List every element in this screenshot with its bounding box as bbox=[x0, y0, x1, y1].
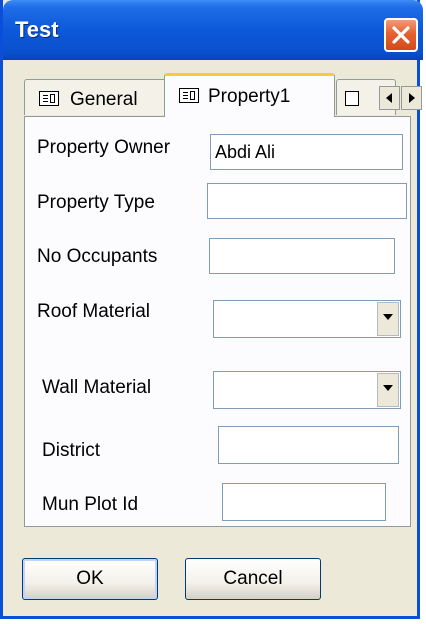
district-label: District bbox=[42, 440, 101, 461]
tab-general-label: General bbox=[70, 89, 138, 110]
cancel-button[interactable]: Cancel bbox=[185, 558, 321, 600]
property-type-label: Property Type bbox=[37, 192, 155, 213]
district-input[interactable] bbox=[218, 426, 399, 464]
form-icon bbox=[345, 91, 359, 106]
no-occupants-label: No Occupants bbox=[37, 246, 158, 267]
roof-material-dropdown[interactable] bbox=[213, 300, 401, 338]
tab-scroll-arrows bbox=[379, 86, 423, 110]
chevron-down-icon bbox=[383, 385, 393, 391]
window-title: Test bbox=[15, 17, 59, 42]
chevron-down-icon bbox=[383, 314, 393, 320]
property-type-input[interactable] bbox=[207, 183, 407, 219]
property-owner-input[interactable] bbox=[210, 134, 403, 170]
property-owner-label: Property Owner bbox=[37, 137, 171, 158]
wall-material-dropdown-button[interactable] bbox=[377, 373, 399, 407]
tab-property1[interactable]: Property1 bbox=[164, 73, 335, 117]
tab-general[interactable]: General bbox=[24, 79, 167, 115]
wall-material-label: Wall Material bbox=[42, 377, 152, 398]
roof-material-dropdown-button[interactable] bbox=[377, 302, 399, 336]
tab-scroll-right-button[interactable] bbox=[401, 86, 422, 110]
ok-button[interactable]: OK bbox=[22, 558, 158, 600]
dialog-window: Test General Property1 Property Owner Ab… bbox=[0, 0, 423, 619]
title-bar[interactable]: Test bbox=[3, 0, 423, 60]
wall-material-dropdown[interactable] bbox=[213, 371, 401, 409]
form-icon bbox=[179, 88, 199, 103]
form-icon bbox=[39, 91, 59, 106]
tab-scroll-left-button[interactable] bbox=[379, 86, 400, 110]
close-button[interactable] bbox=[384, 18, 418, 52]
property-panel: Property Owner Property Type No Occupant… bbox=[24, 116, 411, 527]
mun-plot-id-input[interactable] bbox=[222, 483, 386, 521]
tab-property1-label: Property1 bbox=[208, 86, 291, 107]
mun-plot-id-label: Mun Plot Id bbox=[42, 494, 139, 515]
no-occupants-input[interactable] bbox=[209, 238, 395, 274]
roof-material-label: Roof Material bbox=[37, 301, 150, 322]
arrow-right-icon bbox=[409, 93, 415, 103]
tab-strip: General Property1 bbox=[24, 70, 422, 117]
arrow-left-icon bbox=[386, 93, 392, 103]
